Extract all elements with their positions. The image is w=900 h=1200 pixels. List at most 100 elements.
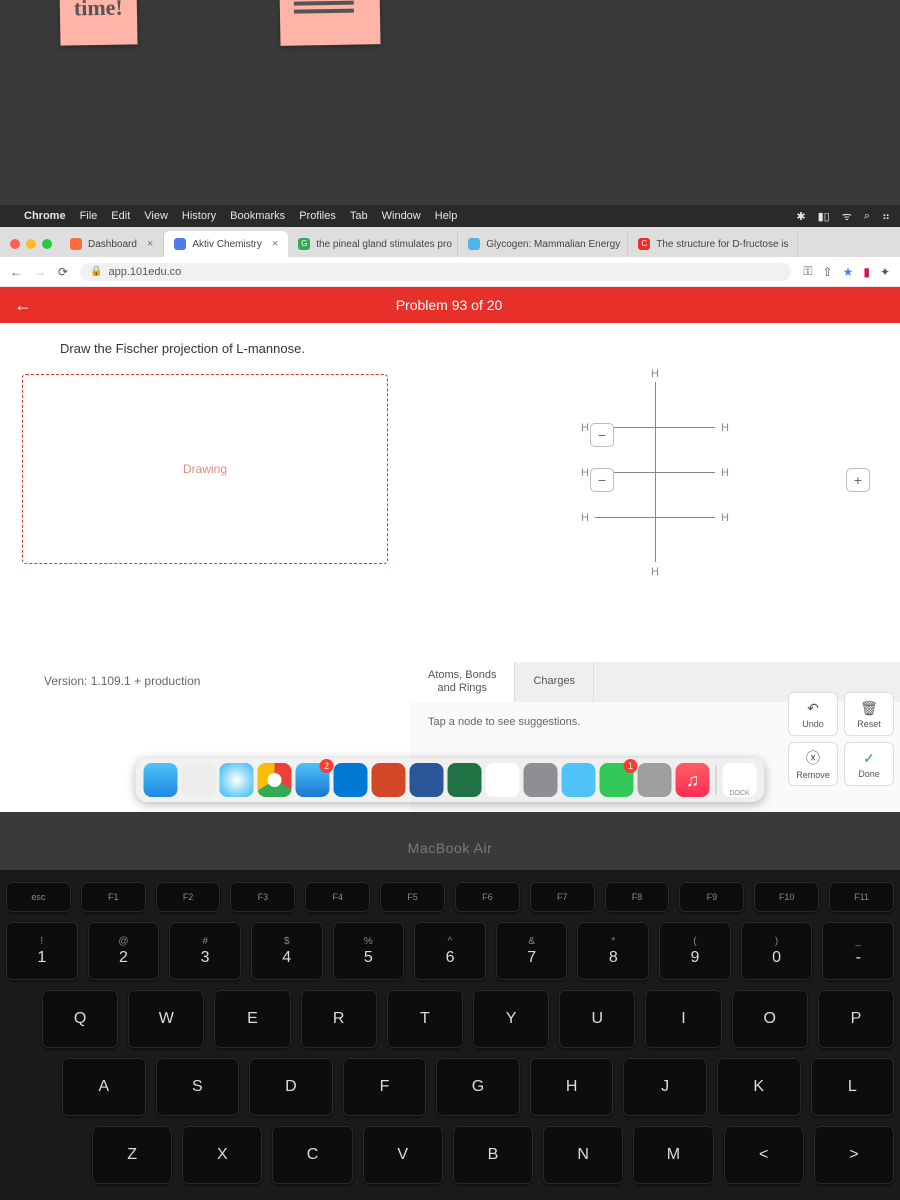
word-icon[interactable] [410, 763, 444, 797]
key: #3 [169, 922, 241, 980]
globe-icon[interactable] [562, 763, 596, 797]
outlook-icon[interactable] [334, 763, 368, 797]
menubar-item[interactable]: View [144, 210, 168, 222]
key: C [272, 1126, 352, 1184]
done-button[interactable]: ✓Done [844, 742, 894, 786]
menubar-item[interactable]: Edit [111, 210, 130, 222]
key: > [814, 1126, 894, 1184]
url-field[interactable]: 🔒 app.101edu.co [80, 263, 791, 281]
address-bar: ← → ⟳ 🔒 app.101edu.co ⚿ ⇧ ★ ▮ ✦ [0, 257, 900, 287]
key-icon[interactable]: ⚿ [803, 264, 812, 279]
tab-atoms-bonds[interactable]: Atoms, Bonds and Rings [410, 662, 515, 702]
key: S [156, 1058, 240, 1116]
key: Y [473, 990, 549, 1048]
share-icon[interactable]: ⇧ [823, 265, 833, 279]
extension-icon[interactable]: ▮ [863, 265, 870, 279]
plus-button[interactable]: + [846, 468, 870, 492]
undo-button[interactable]: ↶Undo [788, 692, 838, 736]
favicon-icon: C [638, 238, 650, 250]
browser-tab[interactable]: Glycogen: Mammalian Energy × [458, 231, 628, 257]
settings-icon[interactable] [524, 763, 558, 797]
reset-button[interactable]: 🗑Reset [844, 692, 894, 736]
minus-button[interactable]: − [590, 423, 614, 447]
photos-icon[interactable] [486, 763, 520, 797]
key: F [343, 1058, 427, 1116]
tab-charges[interactable]: Charges [515, 662, 594, 702]
atom-label: H [651, 368, 659, 380]
key: F9 [679, 882, 744, 912]
key: F6 [455, 882, 520, 912]
menubar-item[interactable]: Bookmarks [230, 210, 285, 222]
tab-label: Glycogen: Mammalian Energy [486, 239, 620, 250]
nav-back-icon[interactable]: ← [10, 265, 22, 279]
key: $4 [251, 922, 323, 980]
nav-forward-icon[interactable]: → [34, 265, 46, 279]
minus-button[interactable]: − [590, 468, 614, 492]
facetime-icon[interactable]: 1 [600, 763, 634, 797]
key: L [811, 1058, 895, 1116]
remove-button[interactable]: ⓧRemove [788, 742, 838, 786]
menubar-item[interactable]: Tab [350, 210, 368, 222]
menubar-item[interactable]: Profiles [299, 210, 336, 222]
sticky-note: time! [59, 0, 137, 46]
key: &7 [496, 922, 568, 980]
puzzle-icon[interactable]: ✦ [880, 265, 890, 279]
close-tab-icon[interactable]: × [272, 238, 278, 250]
maximize-icon[interactable] [42, 239, 52, 249]
battery-icon[interactable]: ▮▯ [818, 210, 830, 223]
key: H [530, 1058, 614, 1116]
lock-icon: 🔒 [90, 266, 102, 277]
dock-folder[interactable]: DOCK [723, 763, 757, 797]
key: esc [6, 882, 71, 912]
chrome-icon[interactable] [258, 763, 292, 797]
preview-icon[interactable] [638, 763, 672, 797]
laptop-model-label: MacBook Air [0, 840, 900, 856]
key: F8 [605, 882, 670, 912]
wifi-icon[interactable]: ᯤ [842, 209, 852, 224]
music-icon[interactable]: ♫ [676, 763, 710, 797]
window-controls[interactable] [4, 239, 60, 257]
key: _- [822, 922, 894, 980]
menubar-app[interactable]: Chrome [24, 210, 66, 222]
menubar-item[interactable]: History [182, 210, 216, 222]
drawing-label: Drawing [183, 462, 227, 476]
browser-tab[interactable]: G the pineal gland stimulates pro × [288, 231, 458, 257]
sticky-note [279, 0, 380, 46]
menubar-item[interactable]: Help [435, 210, 458, 222]
browser-tab[interactable]: Dashboard × [60, 231, 164, 257]
minimize-icon[interactable] [26, 239, 36, 249]
search-icon[interactable]: ⌕ [864, 210, 870, 223]
problem-title: Problem 93 of 20 [396, 297, 503, 313]
control-center-icon[interactable]: ⠶ [882, 210, 890, 223]
browser-tab[interactable]: Aktiv Chemistry × [164, 231, 288, 257]
key: R [301, 990, 377, 1048]
powerpoint-icon[interactable] [372, 763, 406, 797]
browser-tab[interactable]: C The structure for D-fructose is × [628, 231, 798, 257]
safari-icon[interactable] [220, 763, 254, 797]
finder-icon[interactable] [144, 763, 178, 797]
bluetooth-icon[interactable]: ✱ [796, 210, 805, 223]
menubar-item[interactable]: File [80, 210, 98, 222]
key: F2 [156, 882, 221, 912]
close-icon[interactable] [10, 239, 20, 249]
drawing-canvas[interactable]: H H H H H H H H − − + [410, 323, 900, 662]
drawing-dropzone[interactable]: Drawing [22, 374, 388, 564]
excel-icon[interactable] [448, 763, 482, 797]
mail-icon[interactable]: 2 [296, 763, 330, 797]
dock-separator [716, 765, 717, 795]
star-icon[interactable]: ★ [843, 265, 854, 279]
back-arrow-icon[interactable]: ← [14, 295, 32, 316]
close-tab-icon[interactable]: × [147, 238, 153, 250]
key: F3 [230, 882, 295, 912]
menubar-item[interactable]: Window [382, 210, 421, 222]
key: %5 [333, 922, 405, 980]
key: Z [92, 1126, 172, 1184]
reload-icon[interactable]: ⟳ [58, 265, 68, 279]
key: G [436, 1058, 520, 1116]
badge: 2 [320, 759, 334, 773]
macos-dock: 2 1 ♫ DOCK [136, 758, 765, 802]
key: F10 [754, 882, 819, 912]
key: < [724, 1126, 804, 1184]
launchpad-icon[interactable] [182, 763, 216, 797]
key: F7 [530, 882, 595, 912]
